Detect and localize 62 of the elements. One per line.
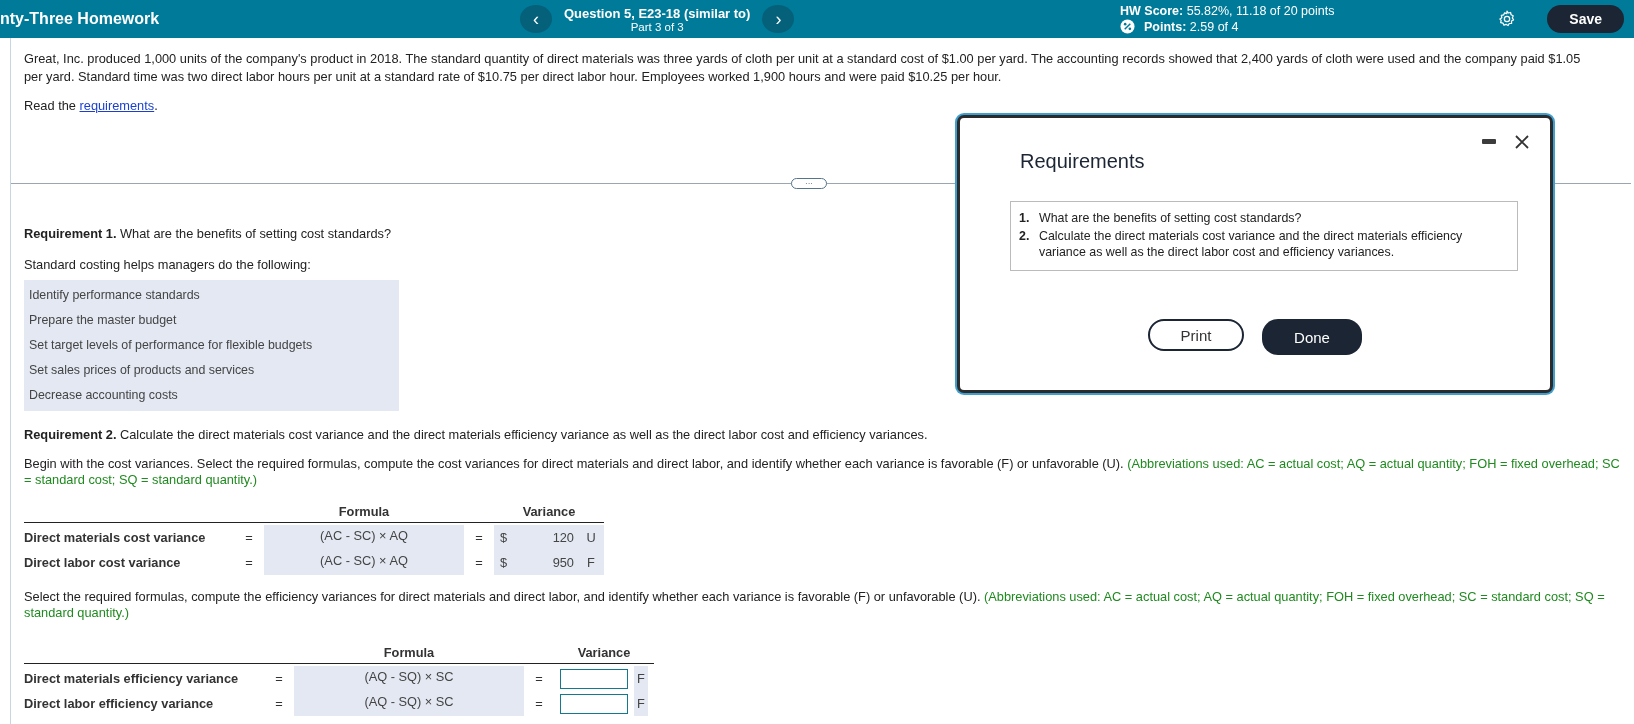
item-number: 1. (1019, 210, 1031, 226)
requirement-item: What are the benefits of setting cost standards? (1039, 210, 1302, 226)
row-label: Direct materials cost variance (24, 529, 207, 547)
minimize-icon[interactable] (1482, 139, 1496, 145)
part-indicator: Part 3 of 3 (630, 20, 684, 33)
formula-cell[interactable]: (AC - SC) × AQ (264, 525, 464, 550)
save-button[interactable]: Save (1547, 5, 1624, 33)
next-question-button[interactable]: › (762, 5, 795, 33)
answer-item: Identify performance standards (29, 287, 201, 304)
period-text: . (154, 98, 158, 113)
answer-item: Set sales prices of products and services (29, 362, 256, 379)
instruction-text: Select the required formulas, compute the efficiency variances for direct materials and direct labor, and identify whether each variance is favorable (F) or unfavorable (U). (Abbreviations used: AC = actual cost; AQ = actual quantity; FOH = fixed overhead; SC = standard cost; SQ = standard quantity.) (24, 589, 1606, 621)
currency-sign: $ (500, 555, 508, 570)
variance-result[interactable]: F (634, 666, 648, 691)
equals-sign: = (244, 555, 254, 570)
print-button[interactable]: Print (1148, 319, 1244, 351)
row-label: Direct labor efficiency variance (24, 695, 215, 713)
variance-input[interactable] (560, 693, 628, 714)
equals-sign: = (474, 530, 484, 545)
column-header: Formula (337, 504, 391, 521)
equals-sign: = (534, 696, 544, 711)
formula-cell[interactable]: (AQ - SQ) × SC (294, 666, 524, 691)
currency-sign: $ (500, 530, 508, 545)
requirement-text: Requirement 1. What are the benefits of setting cost standards? (24, 226, 392, 241)
close-icon[interactable] (1514, 134, 1530, 150)
instruction-text: Begin with the cost variances. Select the required formulas, compute the cost variances for direct materials and direct labor, and identify whether each variance is favorable (F) or unfavorable (U). (Abbreviations used: AC = actual cost; AQ = actual quantity; FOH = fixed overhead; SC = standard cost; SQ = standard quantity.) (24, 456, 1621, 488)
column-header: Variance (521, 504, 577, 521)
equals-sign: = (244, 530, 254, 545)
lead-text: Standard costing helps managers do the following: (24, 257, 311, 272)
done-button[interactable]: Done (1262, 319, 1362, 355)
read-prompt: Read the (24, 98, 76, 113)
requirement-item: Calculate the direct materials cost variance and the direct materials efficiency variance as well as the direct labor cost and efficiency variances. (1039, 228, 1464, 260)
variance-result[interactable]: F (584, 555, 598, 570)
variance-input[interactable] (560, 668, 628, 689)
formula-cell[interactable]: (AQ - SQ) × SC (294, 691, 524, 716)
previous-question-button[interactable]: ‹ (520, 5, 552, 33)
answer-item: Set target levels of performance for flexible budgets (29, 337, 314, 354)
answer-item: Decrease accounting costs (29, 387, 179, 404)
row-label: Direct labor cost variance (24, 554, 182, 572)
assignment-title: nty-Three Homework (0, 10, 160, 27)
question-title: Question 5, E23-18 (similar to) (564, 5, 751, 21)
partial-credit-icon (1120, 19, 1135, 34)
item-number: 2. (1019, 228, 1031, 245)
formula-cell[interactable]: (AC - SC) × AQ (264, 550, 464, 575)
dialog-title: Requirements (1020, 150, 1145, 173)
variance-value: 120 (551, 530, 574, 545)
hw-score: HW Score: 55.82%, 11.18 of 20 points (1120, 4, 1335, 18)
variance-value: 950 (551, 555, 574, 570)
variance-result[interactable]: U (584, 530, 598, 545)
column-header: Formula (382, 645, 436, 662)
equals-sign: = (474, 555, 484, 570)
problem-text: Great, Inc. produced 1,000 units of the company's product in 2018. The standard quantity of direct materials was three yards of cloth per unit at a standard cost of $1.00 per yard. The accounting records showed that 2,400 yards of cloth were used and the company paid $1.05 per yard. Standard time was two direct labor hours per unit at a standard rate of $10.75 per direct labor hour. Employees worked 1,900 hours and were paid $10.25 per hour. (24, 50, 1582, 86)
equals-sign: = (274, 671, 284, 686)
points: Points: 2.59 of 4 (1144, 19, 1239, 34)
row-label: Direct materials efficiency variance (24, 670, 240, 688)
requirement-text: Requirement 2. Calculate the direct materials cost variance and the direct materials efficiency variance as well as the direct labor cost and efficiency variances. (24, 427, 928, 442)
answer-item: Prepare the master budget (29, 312, 178, 329)
variance-result[interactable]: F (634, 691, 648, 716)
equals-sign: = (274, 696, 284, 711)
expand-button[interactable]: ··· (791, 178, 827, 189)
column-header: Variance (576, 645, 632, 662)
equals-sign: = (534, 671, 544, 686)
